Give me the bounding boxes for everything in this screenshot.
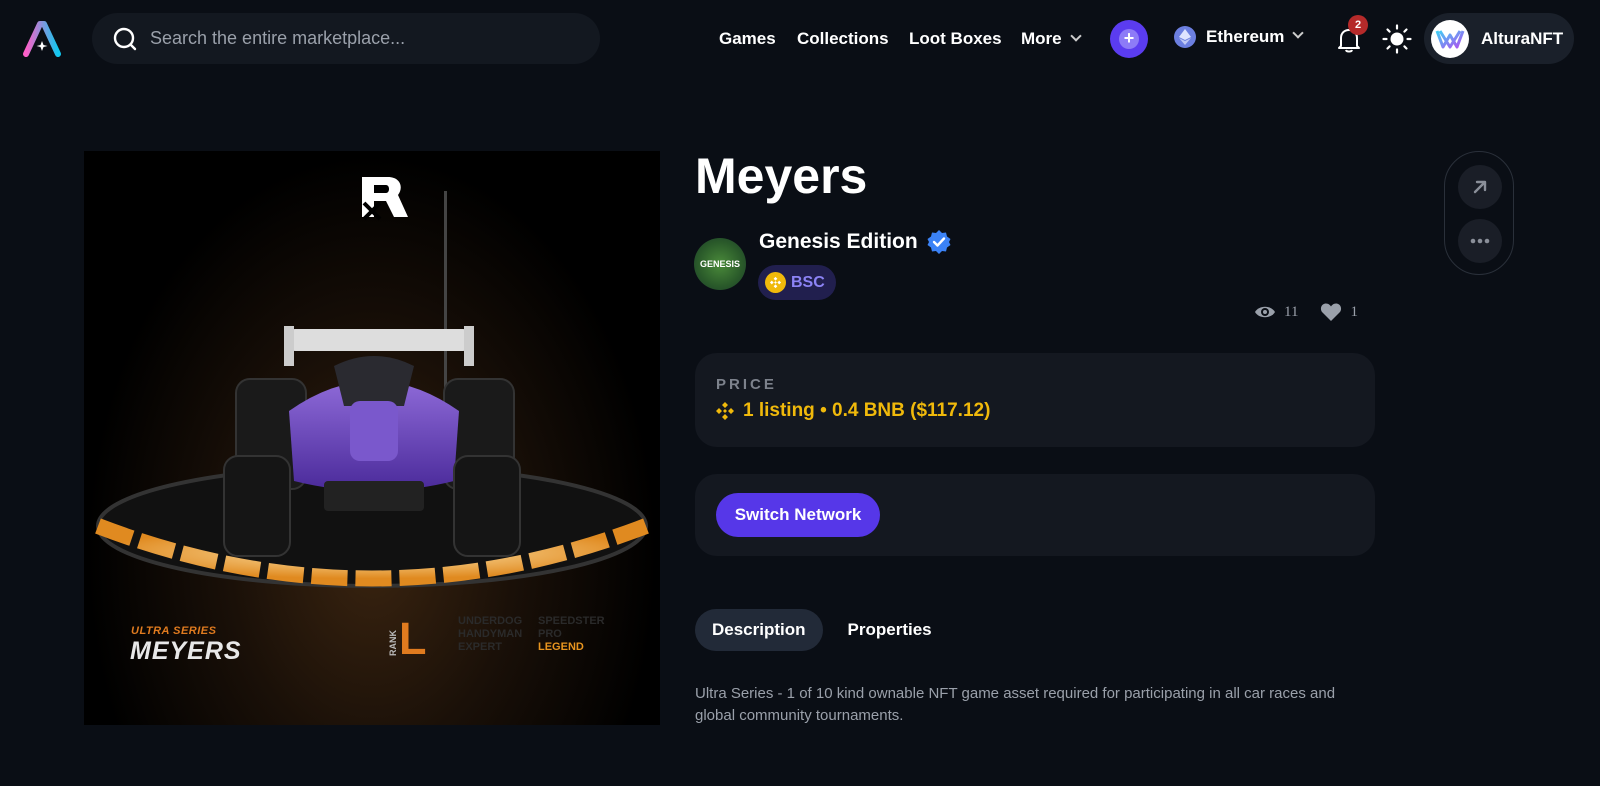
- more-options-button[interactable]: [1458, 219, 1502, 263]
- nav-more-label: More: [1021, 29, 1062, 48]
- create-button[interactable]: +: [1110, 20, 1148, 58]
- bnb-icon: [765, 272, 786, 293]
- network-label: Ethereum: [1206, 27, 1285, 46]
- chevron-down-icon: [1292, 27, 1305, 39]
- search-input[interactable]: [150, 28, 570, 49]
- nav-loot-boxes[interactable]: Loot Boxes: [909, 29, 1002, 49]
- tab-description[interactable]: Description: [695, 609, 823, 651]
- top-navbar: Games Collections Loot Boxes More + Ethe…: [0, 0, 1600, 78]
- price-text: 1 listing • 0.4 BNB ($117.12): [743, 400, 991, 421]
- rank-list-left: UNDERDOG HANDYMAN EXPERT: [458, 615, 522, 654]
- detail-tabs: Description Properties: [695, 609, 957, 651]
- rank-item: SPEEDSTER: [538, 615, 605, 627]
- altura-avatar-icon: [1435, 29, 1465, 48]
- nft-stats: 11 1: [1254, 302, 1380, 322]
- image-rank-label: RANK: [388, 630, 398, 656]
- chevron-down-icon: [1069, 30, 1082, 42]
- description-text: Ultra Series - 1 of 10 kind ownable NFT …: [695, 685, 1336, 724]
- ethereum-icon: [1174, 26, 1196, 48]
- rank-item: EXPERT: [458, 641, 503, 653]
- likes-count: 1: [1350, 303, 1358, 320]
- plus-icon: +: [1119, 29, 1139, 49]
- image-rank-letter: L: [399, 613, 427, 664]
- verified-badge-icon: [927, 230, 951, 254]
- nav-more[interactable]: More: [1021, 29, 1082, 49]
- action-group: [1444, 151, 1514, 275]
- nav-collections[interactable]: Collections: [797, 29, 889, 49]
- collection-avatar[interactable]: GENESIS: [694, 238, 746, 290]
- rank-item: HANDYMAN: [458, 628, 523, 640]
- rank-item: PRO: [538, 628, 562, 640]
- ellipsis-icon: [1470, 238, 1490, 244]
- search-icon: [113, 27, 137, 50]
- nft-title: Meyers: [695, 148, 868, 204]
- user-avatar: [1431, 19, 1469, 58]
- price-value: 1 listing • 0.4 BNB ($117.12): [715, 400, 990, 422]
- bnb-token-icon: [716, 402, 734, 420]
- rank-list-right: SPEEDSTER PRO LEGEND: [538, 615, 605, 654]
- notification-badge: 2: [1348, 15, 1368, 35]
- collection-name-link[interactable]: Genesis Edition: [759, 230, 918, 254]
- share-button[interactable]: [1458, 165, 1502, 209]
- username: AlturaNFT: [1481, 28, 1564, 48]
- switch-network-button[interactable]: Switch Network: [716, 493, 880, 537]
- chain-badge: BSC: [758, 265, 836, 300]
- rank-item-active: LEGEND: [538, 641, 584, 653]
- price-label: PRICE: [716, 376, 777, 393]
- arrow-up-right-icon: [1473, 180, 1487, 194]
- views-count: 11: [1284, 303, 1299, 320]
- collection-avatar-text: GENESIS: [699, 259, 740, 269]
- tab-properties[interactable]: Properties: [831, 609, 949, 651]
- chain-label: BSC: [791, 273, 825, 291]
- eye-icon: [1255, 306, 1275, 318]
- image-car-name: MEYERS: [130, 637, 242, 665]
- user-menu[interactable]: AlturaNFT: [1424, 13, 1574, 64]
- rank-item: UNDERDOG: [458, 615, 523, 627]
- network-card: Switch Network: [695, 474, 1375, 556]
- price-card: PRICE 1 listing • 0.4 BNB ($117.12): [695, 353, 1375, 447]
- theme-toggle-sun-icon[interactable]: [1382, 24, 1412, 54]
- altura-logo-icon[interactable]: [22, 20, 62, 58]
- nft-image[interactable]: ULTRA SERIES MEYERS RANK L UNDERDOG HAND…: [84, 151, 660, 725]
- network-selector[interactable]: Ethereum: [1174, 26, 1305, 48]
- nav-games[interactable]: Games: [719, 29, 776, 49]
- image-series-label: ULTRA SERIES: [131, 625, 217, 637]
- heart-icon[interactable]: [1320, 302, 1342, 322]
- search-bar[interactable]: [92, 13, 600, 64]
